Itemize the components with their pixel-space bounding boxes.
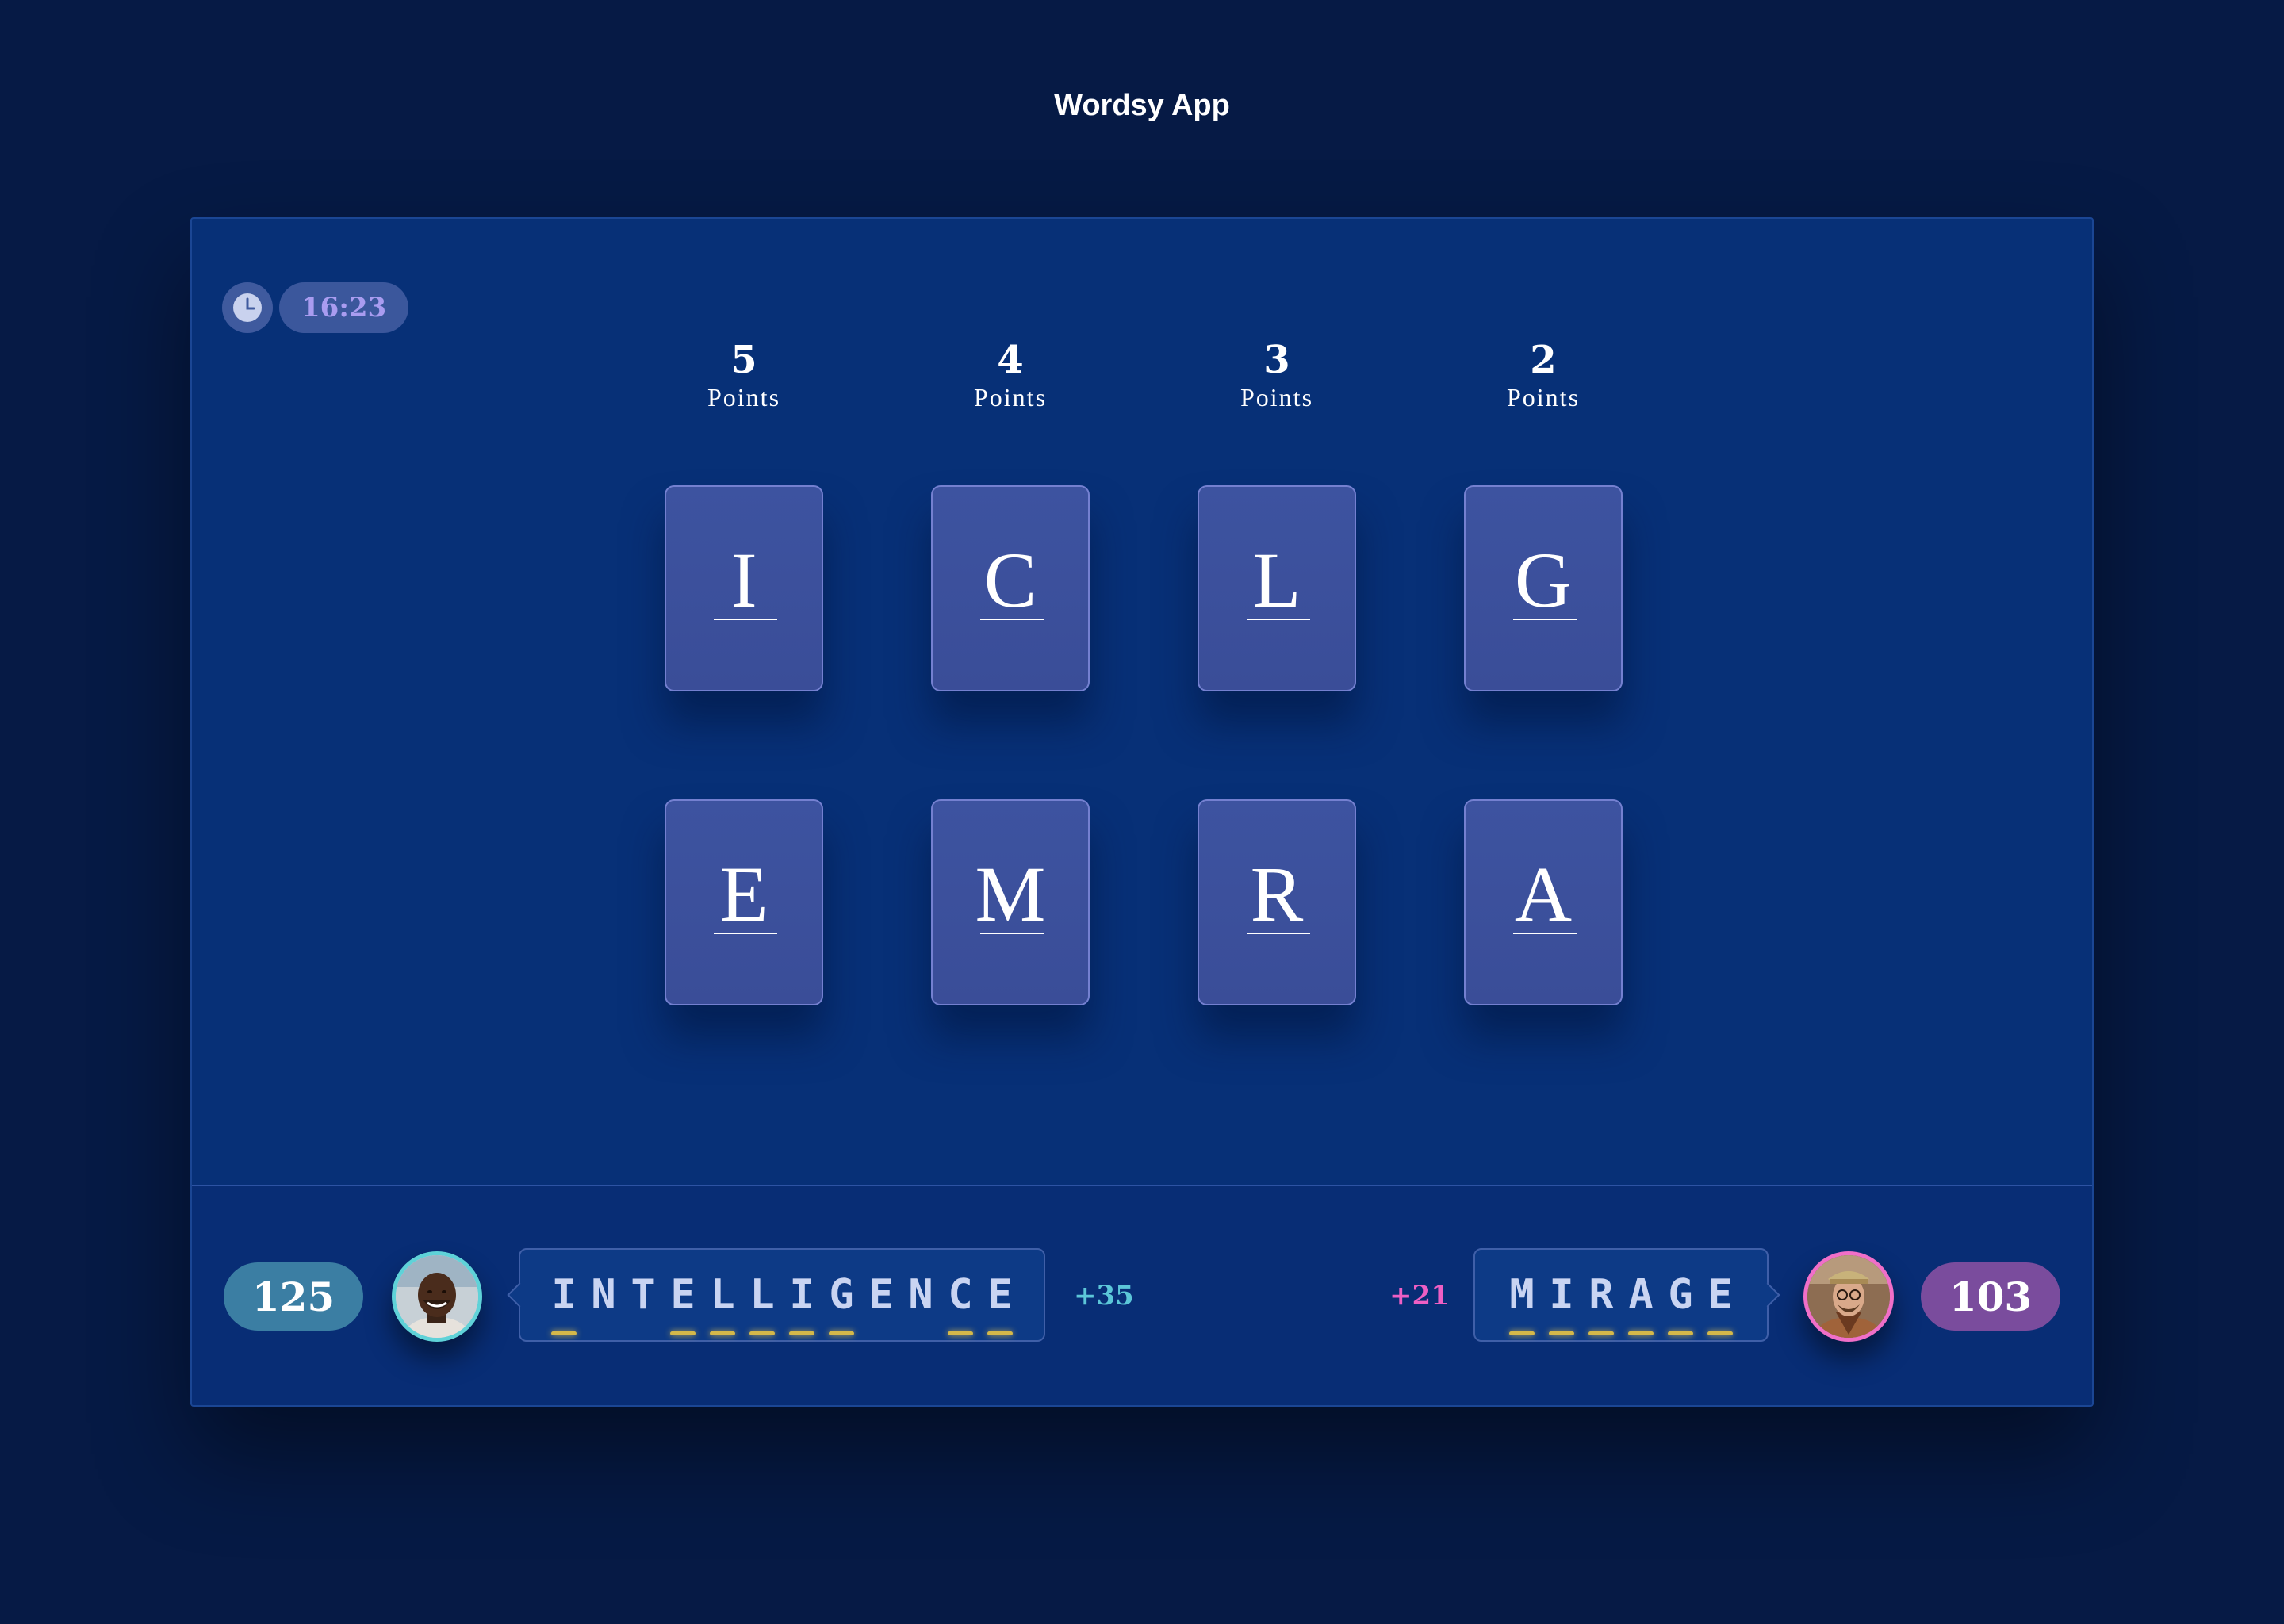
points-label: Points — [973, 383, 1048, 412]
app-title: Wordsy App — [1054, 89, 1230, 122]
points-column-1: 5 Points — [665, 338, 823, 412]
points-value: 5 — [730, 338, 757, 382]
tile-letter: M — [975, 850, 1046, 938]
word-letter: E — [868, 1271, 894, 1319]
tile-underline — [714, 619, 777, 620]
player-left-avatar[interactable] — [392, 1251, 482, 1342]
tile-letter: I — [730, 536, 757, 624]
word-letter: T — [630, 1271, 656, 1319]
word-letter: C — [941, 1267, 980, 1335]
points-label: Points — [1506, 383, 1581, 412]
points-column-4: 2 Points — [1464, 338, 1623, 412]
tile-underline — [1247, 933, 1310, 934]
word-letter: A — [1621, 1267, 1661, 1335]
points-label: Points — [1240, 383, 1314, 412]
player-right-word: MIRAGE — [1473, 1248, 1769, 1342]
word-letter: I — [782, 1267, 822, 1335]
player-left-gain: +35 — [1074, 1280, 1134, 1312]
word-letter: E — [663, 1267, 703, 1335]
tile-letter: R — [1250, 850, 1304, 938]
timer-value: 16:23 — [279, 282, 409, 333]
word-letters: MIRAGE — [1502, 1267, 1740, 1335]
letter-tile[interactable]: I — [665, 485, 823, 691]
letter-tile[interactable]: A — [1464, 799, 1623, 1005]
word-letter: I — [1542, 1267, 1581, 1335]
letter-tile[interactable]: L — [1198, 485, 1356, 691]
tile-letter: C — [983, 536, 1037, 624]
letter-tile[interactable]: R — [1198, 799, 1356, 1005]
points-column-3: 3 Points — [1198, 338, 1356, 412]
tile-underline — [980, 619, 1044, 620]
word-letters: INTELLIGENCE — [544, 1267, 1020, 1335]
word-letter: G — [1661, 1267, 1700, 1335]
word-letter: I — [544, 1267, 584, 1335]
letter-tile[interactable]: M — [931, 799, 1090, 1005]
points-value: 4 — [997, 338, 1024, 382]
letter-tile[interactable]: E — [665, 799, 823, 1005]
word-letter: G — [822, 1267, 861, 1335]
word-letter: M — [1502, 1267, 1542, 1335]
player-right-avatar[interactable] — [1803, 1251, 1894, 1342]
clock-icon — [222, 282, 273, 333]
tile-underline — [1247, 619, 1310, 620]
points-value: 3 — [1263, 338, 1290, 382]
points-label: Points — [707, 383, 781, 412]
player-left-score: 125 — [224, 1262, 363, 1331]
tile-letter: E — [719, 850, 768, 938]
tile-letter: G — [1514, 536, 1573, 624]
points-value: 2 — [1530, 338, 1557, 382]
tile-letter: A — [1514, 850, 1573, 938]
word-letter: R — [1581, 1267, 1621, 1335]
tile-underline — [1513, 933, 1577, 934]
player-right-score: 103 — [1921, 1262, 2060, 1331]
letter-tile[interactable]: G — [1464, 485, 1623, 691]
tile-underline — [980, 933, 1044, 934]
word-letter: L — [742, 1267, 782, 1335]
player-right-gain: +21 — [1389, 1280, 1450, 1312]
player-left-word: INTELLIGENCE — [519, 1248, 1045, 1342]
players-bar: 125 INTELLIGENCE +35 +21 MIRAGE 103 — [192, 1186, 2092, 1405]
tile-underline — [1513, 619, 1577, 620]
timer: 16:23 — [222, 282, 409, 333]
tile-letter: L — [1252, 536, 1301, 624]
letter-tile[interactable]: C — [931, 485, 1090, 691]
word-letter: N — [591, 1271, 616, 1319]
word-letter: L — [703, 1267, 742, 1335]
word-letter: N — [908, 1271, 933, 1319]
word-letter: E — [980, 1267, 1020, 1335]
game-board: 16:23 5 Points 4 Points 3 Points 2 Point… — [190, 217, 2094, 1407]
word-letter: E — [1700, 1267, 1740, 1335]
tile-underline — [714, 933, 777, 934]
points-column-2: 4 Points — [931, 338, 1090, 412]
